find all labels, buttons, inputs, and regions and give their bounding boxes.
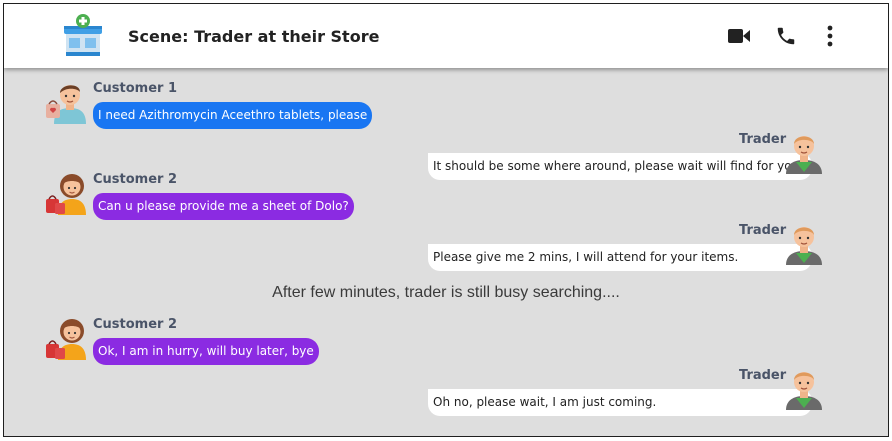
narration-text: After few minutes, trader is still busy … <box>272 284 620 301</box>
message-bubble: It should be some where around, please w… <box>428 153 812 180</box>
chat-title: Scene: Trader at their Store <box>128 27 380 46</box>
message-bubble: Oh no, please wait, I am just coming. <box>428 389 812 416</box>
message-bubble: Please give me 2 mins, I will attend for… <box>428 244 812 271</box>
sender-name: Customer 2 <box>93 317 178 332</box>
message-bubble: I need Azithromycin Aceethro tablets, pl… <box>93 102 373 129</box>
more-options-button[interactable] <box>816 22 844 50</box>
trader-avatar-icon <box>784 217 830 265</box>
message-bubble: Ok, I am in hurry, will buy later, bye <box>93 338 319 365</box>
trader-avatar-icon <box>784 362 830 410</box>
sender-name: Customer 1 <box>93 81 178 96</box>
customer1-avatar-icon <box>44 76 90 124</box>
more-vert-icon <box>826 25 834 47</box>
chat-header: Scene: Trader at their Store <box>4 4 888 68</box>
sender-name: Trader <box>739 223 787 238</box>
video-call-icon <box>727 27 751 45</box>
customer2-avatar-icon <box>44 312 90 360</box>
phone-icon <box>775 25 797 47</box>
message-bubble: Can u please provide me a sheet of Dolo? <box>93 193 354 220</box>
sender-name: Trader <box>739 368 787 383</box>
sender-name: Trader <box>739 132 787 147</box>
phone-call-button[interactable] <box>772 22 800 50</box>
sender-name: Customer 2 <box>93 172 178 187</box>
video-call-button[interactable] <box>725 22 753 50</box>
trader-avatar-icon <box>784 126 830 174</box>
store-icon <box>60 12 106 60</box>
customer2-avatar-icon <box>44 167 90 215</box>
chat-window: Scene: Trader at their Store Customer 1 … <box>3 3 889 437</box>
